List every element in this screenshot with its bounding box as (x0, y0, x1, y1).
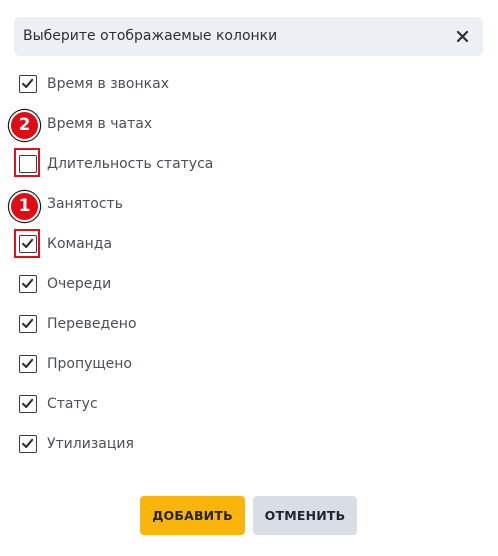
option-label: Пропущено (47, 356, 132, 372)
option-label: Занятость (47, 196, 123, 212)
column-option-team[interactable]: Команда (19, 234, 319, 254)
option-label: Длительность статуса (47, 156, 214, 172)
option-label: Время в чатах (47, 116, 153, 132)
column-option-occupancy[interactable]: Занятость (19, 194, 319, 214)
checkbox-unchecked[interactable] (19, 155, 37, 173)
column-option-queues[interactable]: Очереди (19, 274, 319, 294)
add-button[interactable]: ДОБАВИТЬ (140, 496, 245, 535)
option-label: Статус (47, 396, 98, 412)
checkmark-icon (22, 358, 34, 368)
close-icon[interactable] (454, 28, 471, 45)
dialog-header: Выберите отображаемые колонки (14, 17, 483, 56)
column-picker-dialog: Выберите отображаемые колонки Время в зв… (0, 0, 498, 556)
option-label: Утилизация (47, 436, 134, 452)
checkbox-checked[interactable] (19, 75, 37, 93)
checkmark-icon (22, 78, 34, 88)
column-option-transferred[interactable]: Переведено (19, 314, 319, 334)
checkbox-checked[interactable] (19, 235, 37, 253)
option-label: Время в звонках (47, 76, 169, 92)
dialog-title: Выберите отображаемые колонки (23, 28, 278, 44)
checkmark-icon (22, 238, 34, 248)
option-label: Переведено (47, 316, 137, 332)
checkbox-checked[interactable] (19, 275, 37, 293)
checkmark-icon (22, 398, 34, 408)
column-option-utilization[interactable]: Утилизация (19, 434, 319, 454)
checkbox-checked[interactable] (19, 435, 37, 453)
checkmark-icon (22, 438, 34, 448)
checkbox-checked[interactable] (19, 355, 37, 373)
column-option-chat-time[interactable]: Время в чатах (19, 114, 319, 134)
annotation-badge-1: 1 (9, 191, 40, 222)
checkbox-checked[interactable] (19, 395, 37, 413)
column-option-status-duration[interactable]: Длительность статуса (19, 154, 319, 174)
option-label: Команда (47, 236, 113, 252)
checkmark-icon (22, 278, 34, 288)
option-label: Очереди (47, 276, 112, 292)
column-option-status[interactable]: Статус (19, 394, 319, 414)
checkbox-checked[interactable] (19, 315, 37, 333)
column-option-call-time[interactable]: Время в звонках (19, 74, 319, 94)
column-option-missed[interactable]: Пропущено (19, 354, 319, 374)
cancel-button[interactable]: ОТМЕНИТЬ (253, 496, 357, 535)
checkmark-icon (22, 318, 34, 328)
annotation-badge-2: 2 (9, 110, 40, 141)
